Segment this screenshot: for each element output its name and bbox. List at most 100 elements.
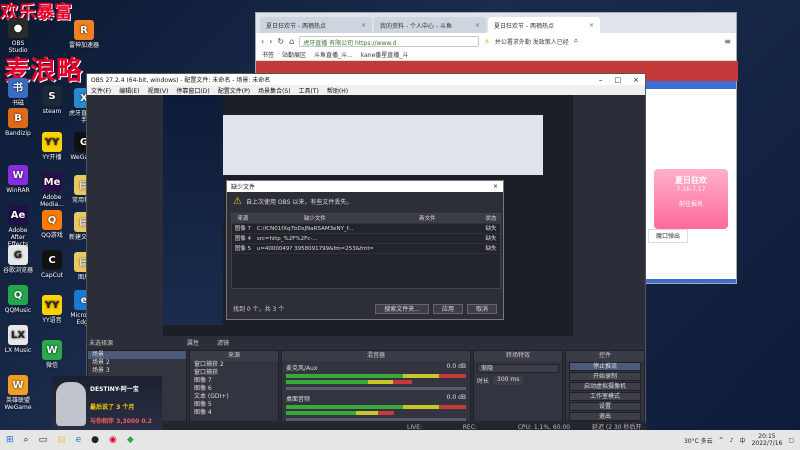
close-icon[interactable]: × xyxy=(475,22,480,29)
scene-item[interactable]: 场景 3 xyxy=(88,367,186,375)
desktop-icon[interactable]: G 谷歌浏览器 xyxy=(2,245,34,274)
desktop-icon[interactable]: B Bandizip xyxy=(2,108,34,137)
obs-menu-item[interactable]: 文件(F) xyxy=(91,86,111,95)
refresh-icon[interactable]: ↻ xyxy=(277,37,284,46)
search-icon[interactable]: ⌕ xyxy=(574,36,578,46)
desktop-icon[interactable]: ● OBS Studio xyxy=(2,18,34,54)
desktop-icon[interactable]: Q QQMusic xyxy=(2,285,34,314)
maximize-icon[interactable]: □ xyxy=(615,76,622,84)
back-icon[interactable]: ‹ xyxy=(261,37,264,46)
obs-taskbar-icon[interactable]: ● xyxy=(91,435,99,445)
desktop-icon[interactable]: W 英雄联盟WeGame xyxy=(2,375,34,411)
source-item[interactable]: 图像 6 xyxy=(190,385,278,393)
lightning-icon[interactable]: ⚡ xyxy=(484,37,490,46)
bookmark-3[interactable]: kane番星直播_斗 xyxy=(361,50,409,59)
source-item[interactable]: 图像 7 xyxy=(190,377,278,385)
desktop-icon[interactable]: Ssteam xyxy=(36,86,68,115)
weather-widget[interactable]: 30°C 多云 xyxy=(684,436,713,445)
source-item[interactable]: 图像 4 xyxy=(190,409,278,417)
table-cell-new[interactable] xyxy=(373,224,482,233)
desktop-icon[interactable]: LX LX Music xyxy=(2,325,34,354)
volume-slider-0[interactable] xyxy=(286,387,466,390)
control-button[interactable]: 开始录制 xyxy=(569,372,641,381)
close-icon[interactable]: × xyxy=(493,183,503,190)
address-bar[interactable]: 虎牙直播 有限公司 https://www.d xyxy=(299,35,480,47)
scene-item[interactable]: 场景 xyxy=(88,351,186,359)
table-cell-missing: src=http_%2F%2Fc-... xyxy=(256,236,318,242)
table-row[interactable]: 图像 5 u=4000049? 3958091799&fm=253&fmt=au.… xyxy=(232,244,500,254)
obs-menu-item[interactable]: 视图(V) xyxy=(148,86,169,95)
home-icon[interactable]: ⌂ xyxy=(289,37,294,46)
close-icon[interactable]: × xyxy=(633,76,639,84)
close-icon[interactable]: × xyxy=(589,22,594,29)
desktop-icon[interactable]: YY YY开播 xyxy=(36,132,68,161)
close-icon[interactable]: × xyxy=(361,22,366,29)
forward-icon[interactable]: › xyxy=(269,37,272,46)
wechat-taskbar-icon[interactable]: ◆ xyxy=(127,435,134,445)
source-item[interactable]: 文本 (GDI+) xyxy=(190,393,278,401)
table-row[interactable]: 图像 7 C:\fCN01fXq7bDsJNaRSAM3eNY_f... 缺失 xyxy=(232,224,500,234)
notification-icon[interactable]: ▢ xyxy=(788,437,794,444)
source-item[interactable]: 窗口捕获 xyxy=(190,369,278,377)
task-view-icon[interactable]: ▭ xyxy=(39,435,48,445)
obs-menu-item[interactable]: 配置文件(P) xyxy=(218,86,250,95)
desktop-icon[interactable]: Q QQ游戏 xyxy=(36,210,68,239)
browser-tab-2[interactable]: 夏日狂欢节 - 两栖热点 × xyxy=(488,17,600,33)
bookmark-2[interactable]: 斗鱼直播_斗... xyxy=(314,50,353,59)
control-button[interactable]: 停止推流 xyxy=(569,362,641,371)
event-banner[interactable]: 夏日狂欢 7.16-7.17 前往报名 xyxy=(654,169,728,229)
app-icon: W xyxy=(8,375,28,395)
popup-link[interactable]: 魔口弹出 xyxy=(648,229,688,243)
desktop-icon[interactable]: YY YY语音 xyxy=(36,295,68,324)
mixer-meter-1 xyxy=(286,405,466,409)
browser-taskbar-icon[interactable]: ◉ xyxy=(109,435,117,445)
page-sidebar: 夏日狂欢 7.16-7.17 前往报名 xyxy=(646,89,736,279)
obs-menu-item[interactable]: 场景集合(S) xyxy=(258,86,291,95)
file-explorer-icon[interactable]: ▤ xyxy=(57,435,66,445)
volume-slider-1[interactable] xyxy=(286,418,466,421)
control-button[interactable]: 设置 xyxy=(569,402,641,411)
windows-start-icon[interactable]: ⊞ xyxy=(6,435,14,445)
control-button[interactable]: 启动虚拟摄像机 xyxy=(569,382,641,391)
obs-menu-item[interactable]: 停靠窗口(D) xyxy=(176,86,209,95)
obs-menu-item[interactable]: 工具(T) xyxy=(299,86,319,95)
source-item[interactable]: 图像 5 xyxy=(190,401,278,409)
volume-icon[interactable]: ♪ xyxy=(730,437,734,444)
scene-item[interactable]: 场景 2 xyxy=(88,359,186,367)
properties-button[interactable]: 属性 xyxy=(187,338,199,347)
desktop-icon[interactable]: R 雷神加速器 xyxy=(68,20,100,49)
search-text[interactable]: 并公署求外勤 发政策人已经 xyxy=(495,37,569,46)
browser-tab-1[interactable]: 我的资料 - 个人中心 - 斗鱼 × xyxy=(374,17,486,33)
search-folder-button[interactable]: 搜索文件夹... xyxy=(375,304,429,314)
table-cell-new[interactable] xyxy=(373,234,482,243)
table-cell-status: 缺失 xyxy=(485,246,497,252)
cancel-button[interactable]: 取消 xyxy=(466,304,497,314)
language-indicator[interactable]: 中 xyxy=(740,436,746,445)
desktop-icon[interactable]: 书书磁 xyxy=(2,78,34,107)
desktop-icon[interactable]: C CapCut xyxy=(36,250,68,279)
bookmark-1[interactable]: 站勤展区 xyxy=(282,50,306,59)
transition-select[interactable]: 渐隐 xyxy=(477,364,559,373)
desktop-icon[interactable]: W WinRAR xyxy=(2,165,34,194)
obs-menu-item[interactable]: 帮助(H) xyxy=(327,86,348,95)
menu-icon[interactable]: ≡ xyxy=(724,37,731,46)
desktop-icon[interactable]: W 微信 xyxy=(36,340,68,369)
search-icon[interactable]: ⌕ xyxy=(24,435,29,445)
clock[interactable]: 20:15 2022/7/16 xyxy=(752,433,783,447)
browser-tabbar: 夏日狂欢节 - 两栖热点 × 我的资料 - 个人中心 - 斗鱼 × 夏日狂欢节 - … xyxy=(256,13,736,33)
edge-icon[interactable]: e xyxy=(76,435,82,445)
browser-tab-0[interactable]: 夏日狂欢节 - 两栖热点 × xyxy=(260,17,372,33)
obs-menu-item[interactable]: 编辑(E) xyxy=(119,86,139,95)
control-button[interactable]: 工作室模式 xyxy=(569,392,641,401)
warning-icon: ⚠ xyxy=(233,196,242,207)
desktop-icon[interactable]: Me Adobe Media... xyxy=(36,172,68,208)
source-item[interactable]: 窗口捕获 2 xyxy=(190,361,278,369)
table-row[interactable]: 图像 4 src=http_%2F%2Fc-... 缺失 xyxy=(232,234,500,244)
apply-button[interactable]: 应用 xyxy=(432,304,463,314)
minimize-icon[interactable]: – xyxy=(599,76,603,84)
tray-up-icon[interactable]: ^ xyxy=(719,437,724,444)
bookmark-0[interactable]: 书签 xyxy=(262,50,274,59)
filters-button[interactable]: 滤镜 xyxy=(217,338,229,347)
control-button[interactable]: 退出 xyxy=(569,412,641,421)
table-cell-new[interactable] xyxy=(373,244,482,253)
